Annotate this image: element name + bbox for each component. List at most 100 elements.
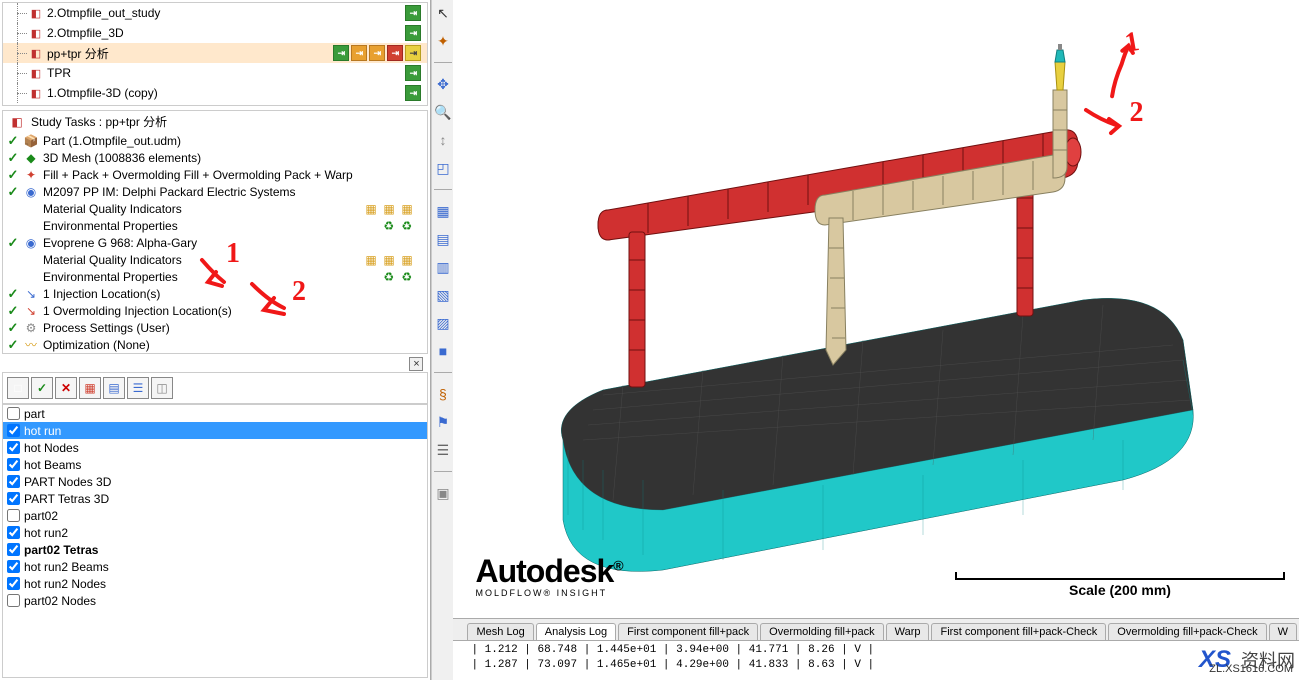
log-tab[interactable]: Analysis Log xyxy=(536,623,616,640)
model-render xyxy=(453,0,1213,600)
layer-checkbox[interactable] xyxy=(7,424,20,437)
layer-row[interactable]: hot Nodes xyxy=(3,439,427,456)
layer-checkbox[interactable] xyxy=(7,594,20,607)
layer-filter-button[interactable]: ◫ xyxy=(151,377,173,399)
mqi1-icon[interactable]: ▦ xyxy=(365,202,381,216)
project-item[interactable]: ◧ 2.Otmpfile_3D ⇥ xyxy=(3,23,427,43)
project-item[interactable]: ◧ 2.Otmpfile_out_study ⇥ xyxy=(3,3,427,23)
layer-label: hot Beams xyxy=(24,458,81,472)
study-row[interactable]: ✓〰Optimization (None) xyxy=(7,336,427,353)
study-row-label: M2097 PP IM: Delphi Packard Electric Sys… xyxy=(43,185,296,199)
layer-label: PART Nodes 3D xyxy=(24,475,111,489)
layer-row[interactable]: part xyxy=(3,405,427,422)
layer-row[interactable]: hot run2 xyxy=(3,524,427,541)
project-item[interactable]: ◧ 1.Otmpfile-3D (copy) ⇥ xyxy=(3,83,427,103)
vtool-grid-icon[interactable]: ▦ xyxy=(434,202,452,220)
env2-icon[interactable]: ♻ xyxy=(401,219,417,233)
layer-checkbox[interactable] xyxy=(7,543,20,556)
layer-hide-button[interactable]: ✕ xyxy=(55,377,77,399)
row-icon: ↘ xyxy=(23,287,39,301)
layer-row[interactable]: part02 Nodes xyxy=(3,592,427,609)
vtool-cursor-icon[interactable]: ↖ xyxy=(434,4,452,22)
log-tab[interactable]: First component fill+pack xyxy=(618,623,758,640)
layer-checkbox[interactable] xyxy=(7,560,20,573)
vtool-app-icon[interactable]: ▣ xyxy=(434,484,452,502)
vtool-window-icon[interactable]: ◰ xyxy=(434,159,452,177)
vtool-flag-icon[interactable]: ⚑ xyxy=(434,413,452,431)
vtool-pan-icon[interactable]: ✥ xyxy=(434,75,452,93)
layer-copy-button[interactable]: ▤ xyxy=(103,377,125,399)
study-row[interactable]: ✓◉Evoprene G 968: Alpha-Gary xyxy=(7,234,427,251)
study-row-label: Optimization (None) xyxy=(43,338,150,352)
layer-row[interactable]: hot run2 Beams xyxy=(3,558,427,575)
layer-row[interactable]: part02 xyxy=(3,507,427,524)
env1-icon[interactable]: ♻ xyxy=(383,219,399,233)
vtool-select-icon[interactable]: ✦ xyxy=(434,32,452,50)
mqi3-icon[interactable]: ▦ xyxy=(401,253,417,267)
vtool-layer1-icon[interactable]: ▥ xyxy=(434,258,452,276)
mqi2-icon[interactable]: ▦ xyxy=(383,202,399,216)
layer-checkbox[interactable] xyxy=(7,475,20,488)
vtool-zoom-icon[interactable]: 🔍 xyxy=(434,103,452,121)
layer-show-button[interactable]: ✓ xyxy=(31,377,53,399)
layer-row[interactable]: part02 Tetras xyxy=(3,541,427,558)
mqi2-icon[interactable]: ▦ xyxy=(383,253,399,267)
check-icon: ✓ xyxy=(7,286,19,302)
3d-viewport[interactable]: Autodesk® MOLDFLOW® INSIGHT Scale (200 m… xyxy=(453,0,1299,618)
mqi3-icon[interactable]: ▦ xyxy=(401,202,417,216)
mqi1-icon[interactable]: ▦ xyxy=(365,253,381,267)
log-tab[interactable]: Warp xyxy=(886,623,930,640)
study-row-label: 3D Mesh (1008836 elements) xyxy=(43,151,201,165)
study-row[interactable]: Environmental Properties♻♻ xyxy=(7,217,427,234)
study-row[interactable]: ✓📦Part (1.Otmpfile_out.udm) xyxy=(7,132,427,149)
study-row[interactable]: ✓◉M2097 PP IM: Delphi Packard Electric S… xyxy=(7,183,427,200)
layer-stack-button[interactable]: ☰ xyxy=(127,377,149,399)
layer-edit-button[interactable]: ▦ xyxy=(79,377,101,399)
layer-label: hot Nodes xyxy=(24,441,79,455)
layer-panel-close[interactable]: × xyxy=(409,357,423,371)
vtool-dna-icon[interactable]: § xyxy=(434,385,452,403)
layer-row[interactable]: hot Beams xyxy=(3,456,427,473)
layer-checkbox[interactable] xyxy=(7,458,20,471)
study-row[interactable]: Environmental Properties♻♻ xyxy=(7,268,427,285)
log-tabs: Mesh LogAnalysis LogFirst component fill… xyxy=(453,618,1299,640)
study-row[interactable]: ✓↘1 Injection Location(s) xyxy=(7,285,427,302)
log-tab[interactable]: W xyxy=(1269,623,1297,640)
layer-row[interactable]: hot run2 Nodes xyxy=(3,575,427,592)
study-row[interactable]: ✓✦Fill + Pack + Overmolding Fill + Overm… xyxy=(7,166,427,183)
log-tab[interactable]: Overmolding fill+pack xyxy=(760,623,883,640)
layer-checkbox[interactable] xyxy=(7,526,20,539)
study-row[interactable]: ✓◆3D Mesh (1008836 elements) xyxy=(7,149,427,166)
study-row[interactable]: Material Quality Indicators▦▦▦ xyxy=(7,251,427,268)
log-tab[interactable]: First component fill+pack-Check xyxy=(931,623,1106,640)
layer-checkbox[interactable] xyxy=(7,441,20,454)
layer-list[interactable]: part hot run hot Nodes hot Beams PART No… xyxy=(2,404,428,678)
project-item[interactable]: ◧ TPR ⇥ xyxy=(3,63,427,83)
check-icon: ✓ xyxy=(7,150,19,166)
vtool-scroll-icon[interactable]: ↕ xyxy=(434,131,452,149)
layer-label: part02 xyxy=(24,509,58,523)
status-badge: ⇥ xyxy=(405,5,421,21)
project-tree[interactable]: ◧ 2.Otmpfile_out_study ⇥ ◧ 2.Otmpfile_3D… xyxy=(2,2,428,106)
project-item[interactable]: ◧ pp+tpr 分析 ⇥⇥⇥⇥⇥ xyxy=(3,43,427,63)
layer-checkbox[interactable] xyxy=(7,492,20,505)
env1-icon[interactable]: ♻ xyxy=(383,270,399,284)
layer-row[interactable]: hot run xyxy=(3,422,427,439)
vtool-layer2-icon[interactable]: ▧ xyxy=(434,286,452,304)
layer-row[interactable]: PART Tetras 3D xyxy=(3,490,427,507)
layer-checkbox[interactable] xyxy=(7,407,20,420)
study-row[interactable]: ✓⚙Process Settings (User) xyxy=(7,319,427,336)
vtool-solid-icon[interactable]: ■ xyxy=(434,342,452,360)
study-row[interactable]: ✓↘1 Overmolding Injection Location(s) xyxy=(7,302,427,319)
layer-checkbox[interactable] xyxy=(7,577,20,590)
vtool-layer3-icon[interactable]: ▨ xyxy=(434,314,452,332)
layer-new-button[interactable]: □ xyxy=(7,377,29,399)
vtool-ruler-icon[interactable]: ▤ xyxy=(434,230,452,248)
log-tab[interactable]: Overmolding fill+pack-Check xyxy=(1108,623,1266,640)
study-row[interactable]: Material Quality Indicators▦▦▦ xyxy=(7,200,427,217)
layer-row[interactable]: PART Nodes 3D xyxy=(3,473,427,490)
env2-icon[interactable]: ♻ xyxy=(401,270,417,284)
vtool-menu-icon[interactable]: ☰ xyxy=(434,441,452,459)
log-tab[interactable]: Mesh Log xyxy=(467,623,533,640)
layer-checkbox[interactable] xyxy=(7,509,20,522)
